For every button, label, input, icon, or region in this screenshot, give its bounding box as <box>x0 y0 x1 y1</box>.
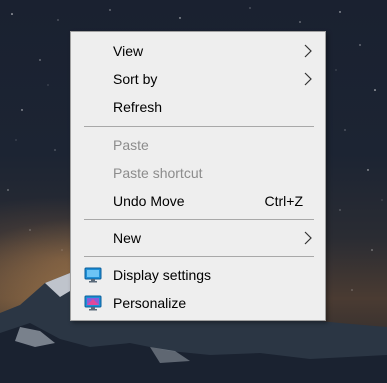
menu-item-view[interactable]: View <box>71 37 325 65</box>
keyboard-shortcut: Ctrl+Z <box>264 193 304 209</box>
menu-item-paste: Paste <box>71 131 325 159</box>
menu-item-new[interactable]: New <box>71 224 325 252</box>
personalize-icon <box>84 295 102 311</box>
menu-item-label: Sort by <box>113 71 158 87</box>
desktop-context-menu: View Sort by Refresh Paste Paste shortcu… <box>70 31 326 321</box>
display-settings-icon <box>84 267 102 283</box>
menu-item-label: Paste <box>113 137 149 153</box>
chevron-right-icon <box>304 231 312 245</box>
menu-item-sort-by[interactable]: Sort by <box>71 65 325 93</box>
chevron-right-icon <box>304 44 312 58</box>
menu-item-label: View <box>113 43 144 59</box>
menu-item-personalize[interactable]: Personalize <box>71 289 325 317</box>
menu-item-undo-move[interactable]: Undo Move Ctrl+Z <box>71 187 325 215</box>
menu-separator <box>84 126 314 127</box>
menu-item-label: Refresh <box>113 99 163 115</box>
menu-item-display-settings[interactable]: Display settings <box>71 261 325 289</box>
menu-separator <box>84 256 314 257</box>
menu-item-label: New <box>113 230 142 246</box>
menu-item-paste-shortcut: Paste shortcut <box>71 159 325 187</box>
chevron-right-icon <box>304 72 312 86</box>
menu-item-label: Display settings <box>113 267 212 283</box>
menu-item-label: Personalize <box>113 295 187 311</box>
menu-item-label: Undo Move <box>113 193 185 209</box>
menu-item-refresh[interactable]: Refresh <box>71 93 325 121</box>
menu-separator <box>84 219 314 220</box>
menu-item-label: Paste shortcut <box>113 165 203 181</box>
